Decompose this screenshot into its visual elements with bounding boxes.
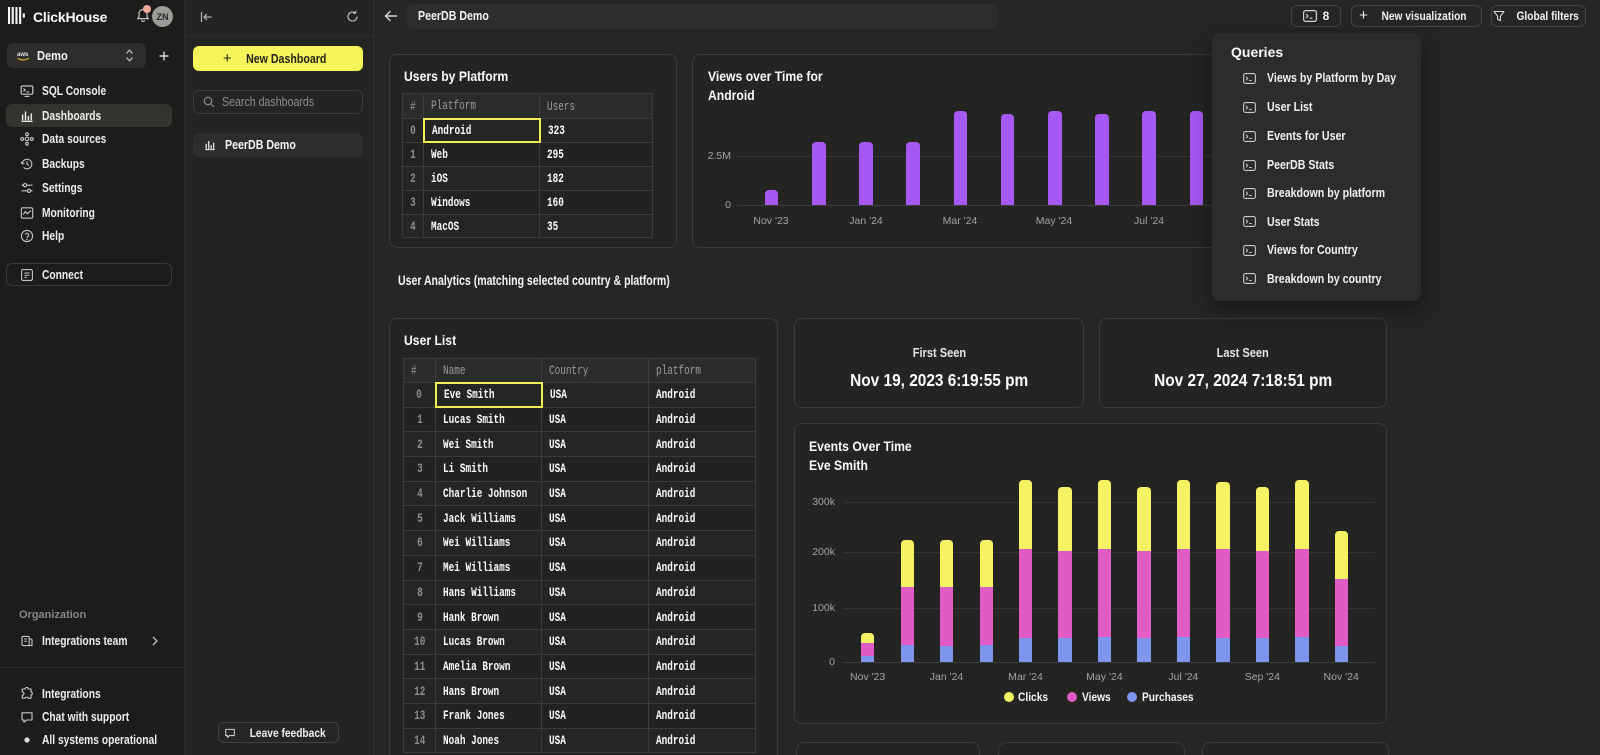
svg-text:aws: aws xyxy=(17,52,29,58)
